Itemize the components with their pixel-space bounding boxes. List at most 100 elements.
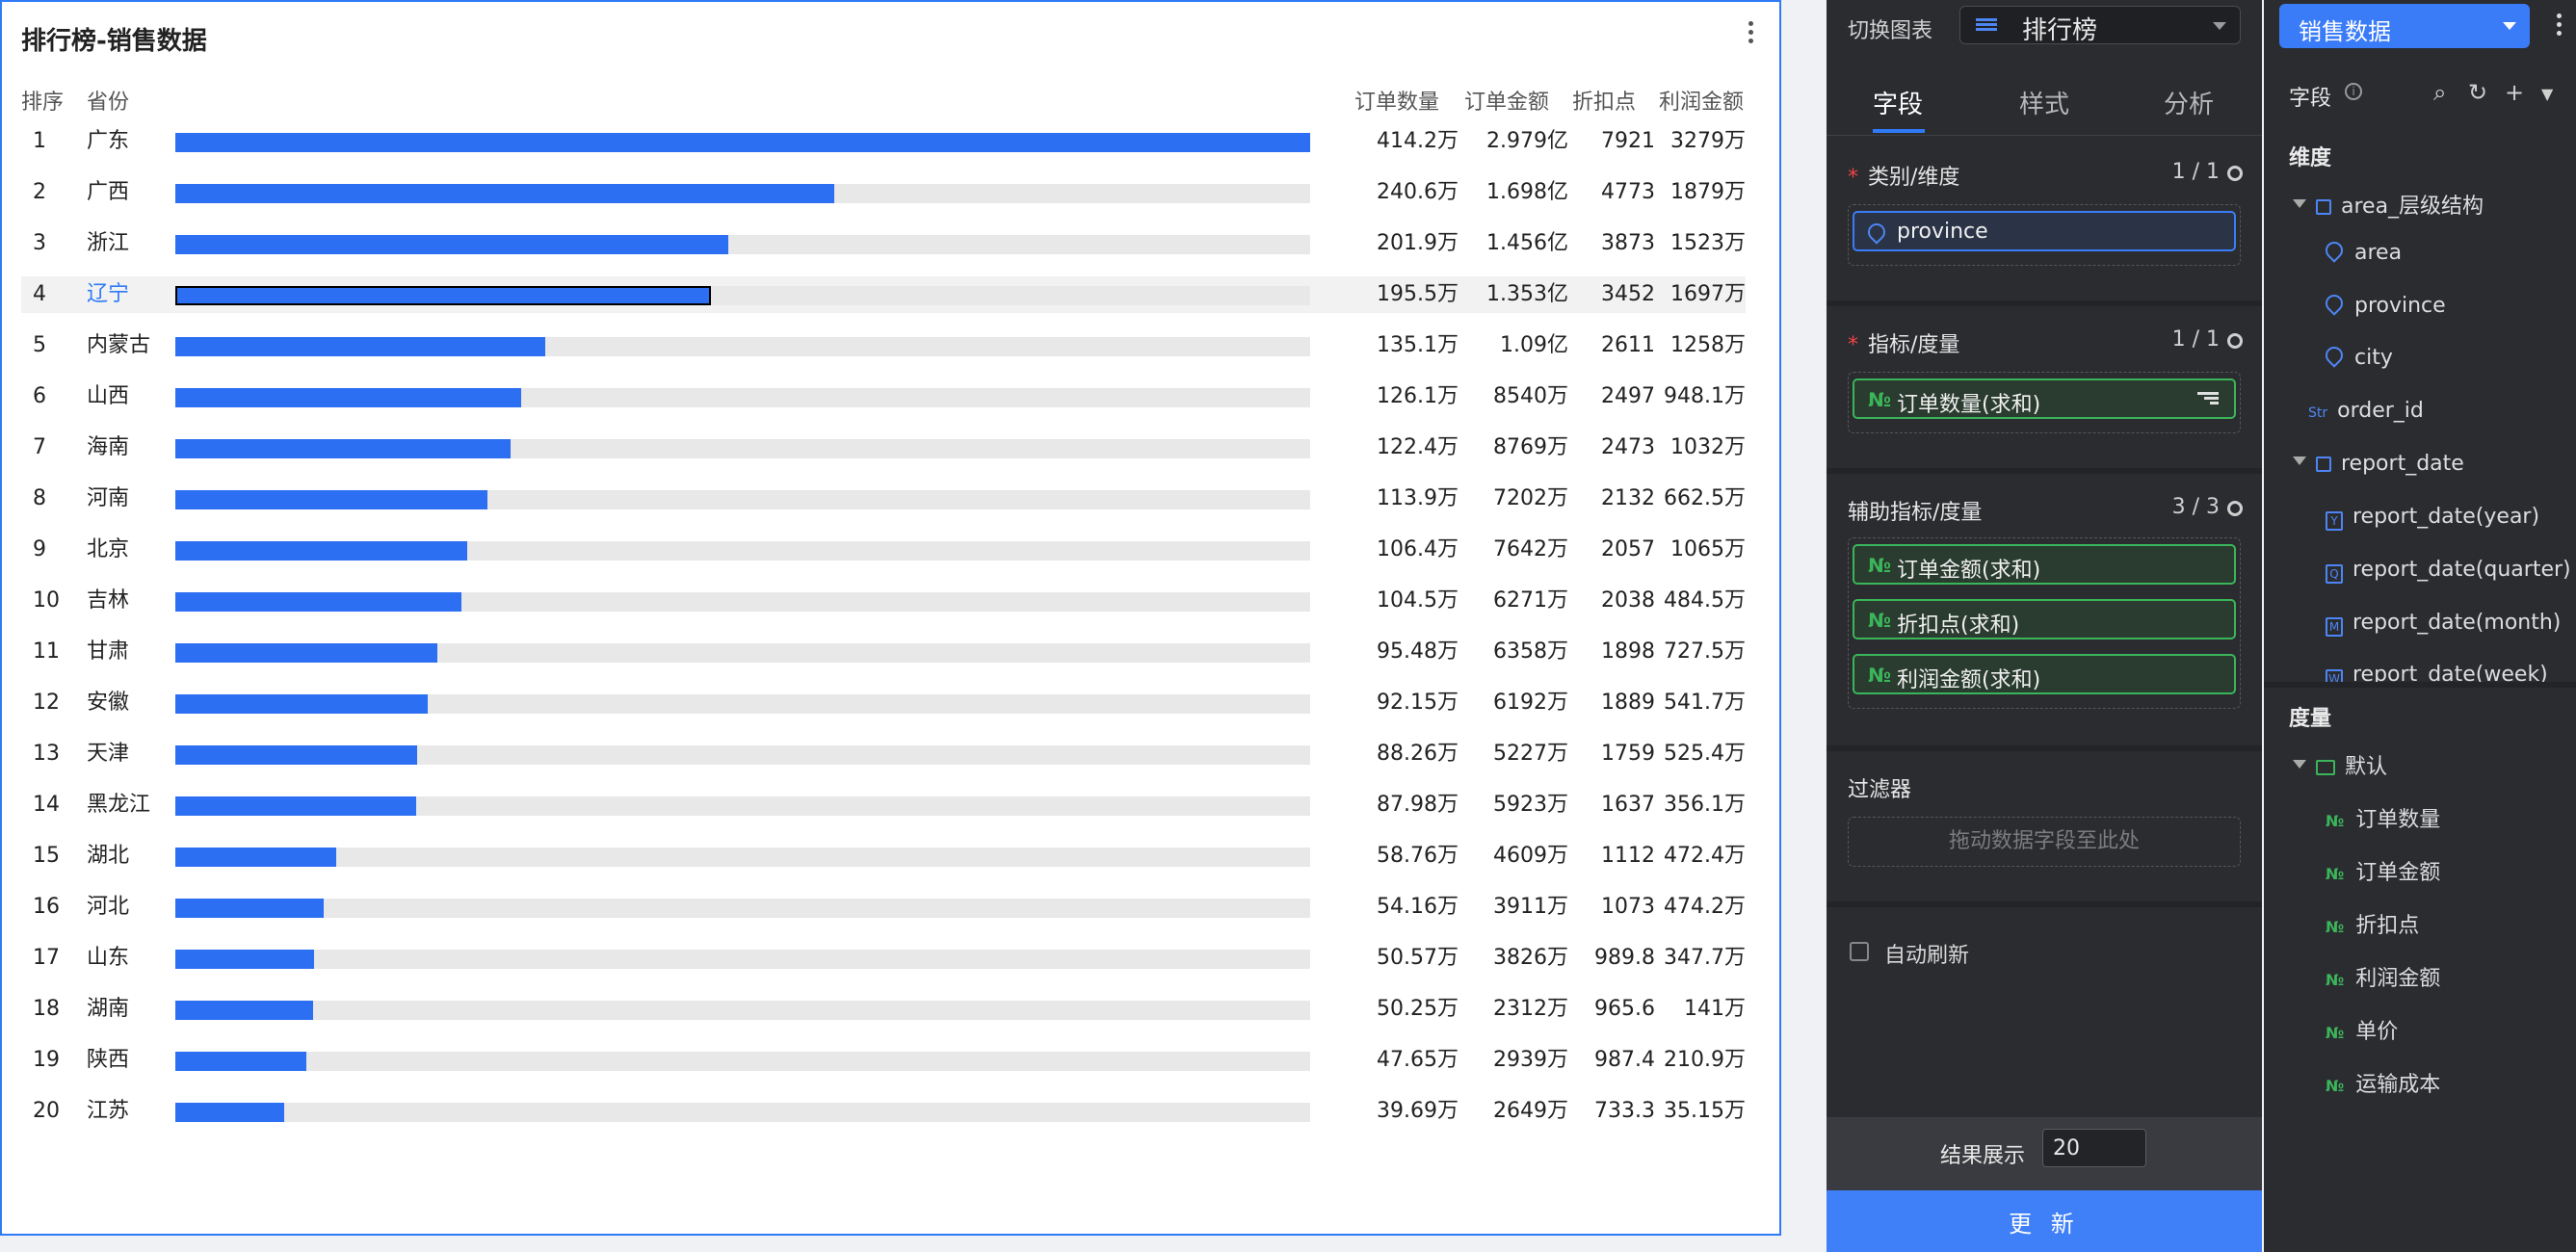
more-options-icon[interactable] <box>2557 10 2563 39</box>
order-count-bar[interactable] <box>175 490 487 509</box>
province-cell[interactable]: 安徽 <box>87 685 129 721</box>
gear-icon[interactable] <box>2227 501 2243 516</box>
dimension-dropzone[interactable]: province <box>1848 204 2241 266</box>
province-cell[interactable]: 湖北 <box>87 838 129 874</box>
field-city[interactable]: city <box>2322 343 2393 370</box>
field-area[interactable]: area <box>2322 238 2402 265</box>
measure-field[interactable]: № 折扣点 <box>2326 908 2419 939</box>
province-cell[interactable]: 河南 <box>87 481 129 517</box>
order-count-bar[interactable] <box>175 388 521 407</box>
measure-field[interactable]: № 单价 <box>2326 1014 2398 1045</box>
province-cell[interactable]: 山西 <box>87 378 129 415</box>
field-report-date-year[interactable]: Yreport_date(year) <box>2326 505 2539 531</box>
table-row[interactable]: 19 陕西 47.65万 2939万 987.4 210.9万 <box>21 1042 1746 1079</box>
province-cell[interactable]: 山东 <box>87 940 129 977</box>
province-cell[interactable]: 天津 <box>87 736 129 772</box>
order-count-bar[interactable] <box>175 541 467 561</box>
province-cell[interactable]: 陕西 <box>87 1042 129 1079</box>
field-report-date-month[interactable]: Mreport_date(month) <box>2326 611 2561 637</box>
field-province[interactable]: province <box>2322 291 2446 318</box>
order-count-bar[interactable] <box>175 592 462 612</box>
order-count-bar[interactable] <box>175 796 417 816</box>
chevron-down-icon[interactable]: ▼ <box>2541 85 2553 103</box>
province-cell[interactable]: 吉林 <box>87 583 129 619</box>
gear-icon[interactable] <box>2227 166 2243 181</box>
add-icon[interactable]: + <box>2505 79 2524 106</box>
table-row[interactable]: 7 海南 122.4万 8769万 2473 1032万 <box>21 430 1746 466</box>
tab-analysis[interactable]: 分析 <box>2164 85 2214 120</box>
info-icon[interactable]: i <box>2345 83 2362 100</box>
table-row[interactable]: 10 吉林 104.5万 6271万 2038 484.5万 <box>21 583 1746 619</box>
order-count-bar[interactable] <box>175 643 437 663</box>
aux-field-pill-profit[interactable]: № 利润金额(求和) <box>1853 654 2236 694</box>
refresh-icon[interactable]: ↻ <box>2468 79 2487 106</box>
table-row[interactable]: 4 辽宁 195.5万 1.353亿 3452 1697万 <box>21 276 1746 313</box>
province-cell[interactable]: 辽宁 <box>87 276 129 313</box>
table-row[interactable]: 11 甘肃 95.48万 6358万 1898 727.5万 <box>21 634 1746 670</box>
tab-style[interactable]: 样式 <box>2019 85 2069 120</box>
province-cell[interactable]: 江苏 <box>87 1093 129 1130</box>
more-options-icon[interactable] <box>1745 17 1756 48</box>
filter-dropzone[interactable]: 拖动数据字段至此处 <box>1848 817 2241 867</box>
table-row[interactable]: 18 湖南 50.25万 2312万 965.6 141万 <box>21 991 1746 1028</box>
province-cell[interactable]: 浙江 <box>87 225 129 262</box>
province-cell[interactable]: 广西 <box>87 174 129 211</box>
table-row[interactable]: 2 广西 240.6万 1.698亿 4773 1879万 <box>21 174 1746 211</box>
order-count-bar[interactable] <box>175 1001 313 1020</box>
search-icon[interactable]: ⌕ <box>2433 79 2446 106</box>
province-cell[interactable]: 黑龙江 <box>87 787 150 823</box>
dimension-field-pill[interactable]: province <box>1853 211 2236 251</box>
hierarchy-report-date[interactable]: report_date <box>2293 452 2464 476</box>
dataset-select[interactable]: 销售数据 <box>2279 4 2530 48</box>
measure-field[interactable]: № 利润金额 <box>2326 961 2440 992</box>
province-cell[interactable]: 内蒙古 <box>87 327 150 364</box>
order-count-bar[interactable] <box>175 848 337 867</box>
aux-field-pill-discount[interactable]: № 折扣点(求和) <box>1853 599 2236 639</box>
table-row[interactable]: 6 山西 126.1万 8540万 2497 948.1万 <box>21 378 1746 415</box>
sort-descending-icon[interactable] <box>2197 390 2219 409</box>
table-row[interactable]: 5 内蒙古 135.1万 1.09亿 2611 1258万 <box>21 327 1746 364</box>
table-row[interactable]: 14 黑龙江 87.98万 5923万 1637 356.1万 <box>21 787 1746 823</box>
province-cell[interactable]: 河北 <box>87 889 129 926</box>
province-cell[interactable]: 甘肃 <box>87 634 129 670</box>
order-count-bar[interactable] <box>175 950 314 969</box>
measure-field-pill[interactable]: № 订单数量(求和) <box>1853 378 2236 419</box>
order-count-bar[interactable] <box>175 745 417 765</box>
province-cell[interactable]: 北京 <box>87 532 129 568</box>
chart-type-select[interactable]: 排行榜 <box>1959 6 2241 45</box>
table-row[interactable]: 12 安徽 92.15万 6192万 1889 541.7万 <box>21 685 1746 721</box>
order-count-bar[interactable] <box>175 337 546 356</box>
table-row[interactable]: 15 湖北 58.76万 4609万 1112 472.4万 <box>21 838 1746 874</box>
order-count-bar[interactable] <box>175 133 1310 152</box>
order-count-bar[interactable] <box>175 286 711 305</box>
table-row[interactable]: 8 河南 113.9万 7202万 2132 662.5万 <box>21 481 1746 517</box>
province-cell[interactable]: 湖南 <box>87 991 129 1028</box>
table-row[interactable]: 17 山东 50.57万 3826万 989.8 347.7万 <box>21 940 1746 977</box>
order-count-bar[interactable] <box>175 1103 284 1122</box>
table-row[interactable]: 20 江苏 39.69万 2649万 733.3 35.15万 <box>21 1093 1746 1130</box>
province-cell[interactable]: 海南 <box>87 430 129 466</box>
aux-field-pill-order-amount[interactable]: № 订单金额(求和) <box>1853 544 2236 585</box>
table-row[interactable]: 16 河北 54.16万 3911万 1073 474.2万 <box>21 889 1746 926</box>
field-order-id[interactable]: Str order_id <box>2308 399 2424 423</box>
gear-icon[interactable] <box>2227 333 2243 349</box>
aux-measure-dropzone[interactable]: № 订单金额(求和) № 折扣点(求和) № 利润金额(求和) <box>1848 537 2241 709</box>
table-row[interactable]: 9 北京 106.4万 7642万 2057 1065万 <box>21 532 1746 568</box>
measure-field[interactable]: № 订单数量 <box>2326 802 2440 833</box>
table-row[interactable]: 3 浙江 201.9万 1.456亿 3873 1523万 <box>21 225 1746 262</box>
order-count-bar[interactable] <box>175 184 835 203</box>
tab-fields[interactable]: 字段 <box>1873 85 1923 120</box>
order-count-bar[interactable] <box>175 899 325 918</box>
order-count-bar[interactable] <box>175 235 729 254</box>
order-count-bar[interactable] <box>175 439 512 458</box>
hierarchy-area[interactable]: area_层级结构 <box>2293 189 2484 220</box>
measure-field[interactable]: № 订单金额 <box>2326 855 2440 886</box>
auto-refresh-checkbox[interactable] <box>1850 942 1869 961</box>
measure-dropzone[interactable]: № 订单数量(求和) <box>1848 372 2241 433</box>
table-row[interactable]: 13 天津 88.26万 5227万 1759 525.4万 <box>21 736 1746 772</box>
table-row[interactable]: 1 广东 414.2万 2.979亿 7921 3279万 <box>21 123 1746 160</box>
province-cell[interactable]: 广东 <box>87 123 129 160</box>
order-count-bar[interactable] <box>175 694 429 714</box>
update-button[interactable]: 更 新 <box>1827 1190 2262 1252</box>
field-report-date-quarter[interactable]: Qreport_date(quarter) <box>2326 558 2571 584</box>
